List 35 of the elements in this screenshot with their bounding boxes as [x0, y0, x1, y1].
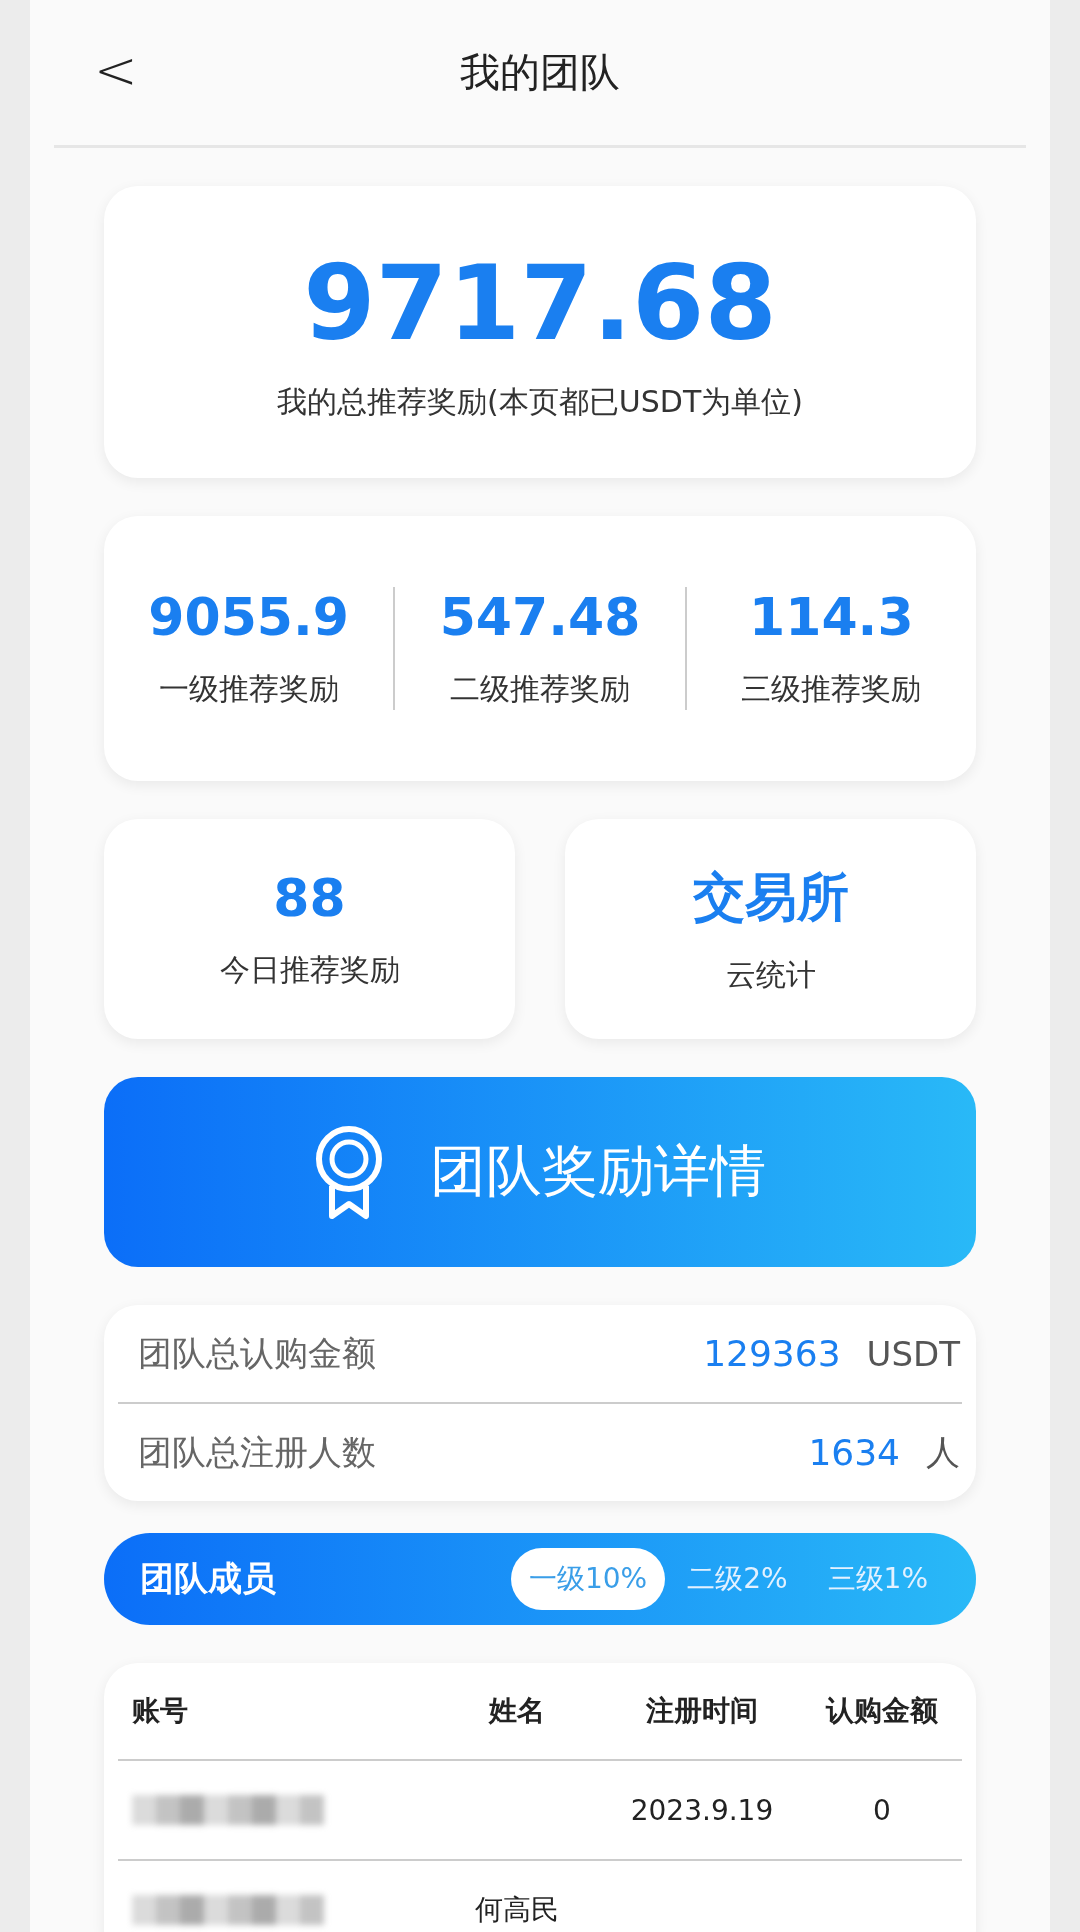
stat-value: 129363 [703, 1333, 841, 1374]
team-reward-button[interactable]: 团队奖励详情 [104, 1077, 976, 1267]
stat-unit: USDT [866, 1333, 960, 1374]
level-tab[interactable]: 三级1% [809, 1548, 946, 1610]
level-amount: 547.48 [439, 587, 641, 647]
tile-label: 云统计 [725, 955, 816, 994]
column-header: 姓名 [487, 1693, 546, 1729]
table-cell: 2023.9.19 [630, 1793, 774, 1827]
stat-label: 团队总认购金额 [138, 1331, 377, 1375]
stat-value: 1634 [808, 1432, 900, 1473]
level-amount: 114.3 [749, 587, 914, 647]
level-label: 三级推荐奖励 [741, 670, 922, 708]
back-button[interactable]: < [94, 40, 138, 100]
medal-icon [314, 1124, 384, 1220]
stat-tile[interactable]: 88 今日推荐奖励 [104, 819, 515, 1039]
members-title: 团队成员 [140, 1557, 277, 1600]
level-tab[interactable]: 二级2% [669, 1548, 806, 1610]
table-cell: 0 [873, 1793, 891, 1827]
total-amount: 9717.68 [303, 241, 777, 364]
level-label: 一级推荐奖励 [158, 670, 339, 708]
stat-unit: 人 [926, 1430, 960, 1474]
column-header: 账号 [131, 1693, 189, 1729]
table-cell-text: 何高民 [475, 1892, 559, 1928]
level-label: 二级推荐奖励 [450, 670, 630, 708]
column-header: 认购金额 [824, 1693, 939, 1729]
tile-label: 今日推荐奖励 [219, 950, 400, 989]
tile-value: 88 [273, 867, 346, 928]
stat-tile[interactable]: 交易所 云统计 [565, 819, 976, 1039]
tile-value: 交易所 [692, 865, 849, 929]
total-label: 我的总推荐奖励(本页都已USDT为单位) [277, 382, 803, 421]
level-amount: 9055.9 [148, 587, 349, 647]
stat-label: 团队总注册人数 [138, 1430, 377, 1474]
column-header: 注册时间 [645, 1693, 759, 1729]
level-tab[interactable]: 一级10% [510, 1548, 666, 1610]
page-title: 我的团队 [460, 48, 620, 97]
